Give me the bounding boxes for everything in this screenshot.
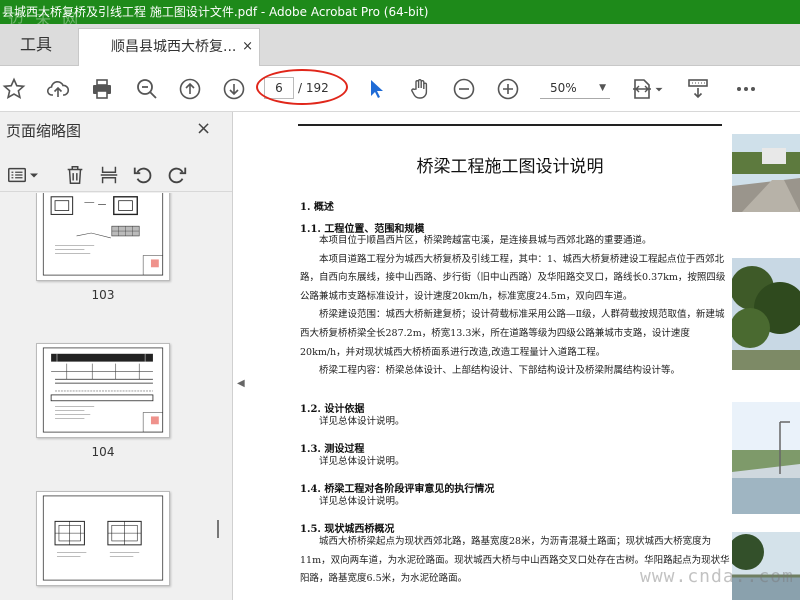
thumbnail-label: 103 xyxy=(91,288,115,302)
trees-photo xyxy=(732,258,800,370)
road-photo xyxy=(732,134,800,212)
thumbnail-page[interactable] xyxy=(36,491,170,586)
photo-strip xyxy=(732,134,800,600)
upload-icon[interactable] xyxy=(44,75,72,103)
river-photo xyxy=(732,532,800,600)
rotate-left-icon[interactable] xyxy=(130,162,156,188)
header-rule xyxy=(298,124,722,126)
document-view[interactable]: 桥梁工程施工图设计说明 1. 概述 1.1. 工程位置、范围和规模 本项目位于顺… xyxy=(248,112,800,600)
paragraph: 本项目道路工程分为城西大桥复桥及引线工程，其中：1、城西大桥复桥建设工程起点位于… xyxy=(300,253,726,302)
print-icon[interactable] xyxy=(88,75,116,103)
zoom-out-icon[interactable] xyxy=(450,75,478,103)
thumbnail-page[interactable] xyxy=(36,343,170,438)
paragraph: 桥梁建设范围：城西大桥新建复桥；设计荷载标准采用公路—Ⅱ级，人群荷载按规范取值，… xyxy=(300,309,725,358)
thumbnail-page[interactable] xyxy=(36,193,170,281)
thumbnail-scrollbar[interactable] xyxy=(214,195,224,595)
page-down-icon[interactable] xyxy=(220,75,248,103)
paragraph-block: 详见总体设计说明。 xyxy=(300,413,730,432)
star-icon[interactable] xyxy=(0,75,28,103)
chevron-down-icon[interactable] xyxy=(28,162,40,188)
thumbnail-options-icon[interactable] xyxy=(4,162,30,188)
window-title-bar: 县城西大桥复桥及引线工程 施工图设计文件.pdf - Adobe Acrobat… xyxy=(0,0,800,24)
paragraph: 详见总体设计说明。 xyxy=(319,456,405,467)
paragraph-block: 本项目位于顺昌西片区，桥梁跨越富屯溪，是连接县城与西郊北路的重要通道。 本项目道… xyxy=(300,232,730,381)
window-title: 县城西大桥复桥及引线工程 施工图设计文件.pdf - Adobe Acrobat… xyxy=(2,5,429,19)
paragraph-block: 详见总体设计说明。 xyxy=(300,453,730,472)
scrollbar-grip[interactable] xyxy=(217,520,219,538)
thumbnail-label: 104 xyxy=(91,445,115,459)
zoom-out-magnifier-icon[interactable] xyxy=(133,75,161,103)
tab-tools[interactable]: 工具 xyxy=(0,24,78,66)
section-heading: 1. 概述 xyxy=(300,202,334,213)
page-number-input[interactable]: 6 xyxy=(264,77,294,99)
zoom-value: 50% xyxy=(550,81,577,95)
thumbnail-list: 103 104 xyxy=(0,193,218,600)
thumbnail-panel: 页面缩略图 × 103 104 xyxy=(0,112,233,600)
zoom-select[interactable]: 50% ▼ xyxy=(540,77,610,99)
paragraph-block: 详见总体设计说明。 xyxy=(300,493,730,512)
collapse-panel-icon[interactable]: ◀ xyxy=(237,378,245,389)
paragraph-block: 城西大桥桥梁起点为现状西郊北路，路基宽度28米，为沥青混凝土路面；现状城西大桥宽… xyxy=(300,533,730,589)
hand-icon[interactable] xyxy=(406,75,434,103)
paragraph: 详见总体设计说明。 xyxy=(319,416,405,427)
paragraph: 本项目位于顺昌西片区，桥梁跨越富屯溪，是连接县城与西郊北路的重要通道。 xyxy=(319,235,652,246)
tab-document[interactable]: 顺昌县城西大桥复... × xyxy=(78,28,260,66)
paragraph: 桥梁工程内容：桥梁总体设计、上部结构设计、下部结构设计及桥梁附属结构设计等。 xyxy=(319,365,681,377)
page-up-icon[interactable] xyxy=(176,75,204,103)
document-title: 桥梁工程施工图设计说明 xyxy=(416,157,604,177)
trash-icon[interactable] xyxy=(62,162,88,188)
split-page-icon[interactable] xyxy=(96,162,122,188)
rotate-right-icon[interactable] xyxy=(164,162,190,188)
scroll-mode-icon[interactable] xyxy=(684,75,712,103)
paragraph: 详见总体设计说明。 xyxy=(319,496,405,507)
bridge-photo xyxy=(732,402,800,514)
more-icon[interactable] xyxy=(732,75,760,103)
thumbnail-panel-title: 页面缩略图 xyxy=(6,122,82,140)
close-icon[interactable]: × xyxy=(196,118,211,139)
page-total: / 192 xyxy=(298,81,329,95)
tab-document-label: 顺昌县城西大桥复... xyxy=(111,39,237,55)
select-cursor-icon[interactable] xyxy=(362,75,390,103)
thumbnail-toolbar xyxy=(0,156,232,192)
zoom-in-icon[interactable] xyxy=(494,75,522,103)
paragraph: 城西大桥桥梁起点为现状西郊北路，路基宽度28米，为沥青混凝土路面；现状城西大桥宽… xyxy=(300,536,730,585)
toolbar: 6 / 192 50% ▼ xyxy=(0,66,800,112)
chevron-down-icon: ▼ xyxy=(599,83,606,93)
fit-page-chevron-icon[interactable] xyxy=(652,75,666,103)
tab-close-icon[interactable]: × xyxy=(242,29,253,65)
tab-bar: 工具 顺昌县城西大桥复... × xyxy=(0,24,800,66)
